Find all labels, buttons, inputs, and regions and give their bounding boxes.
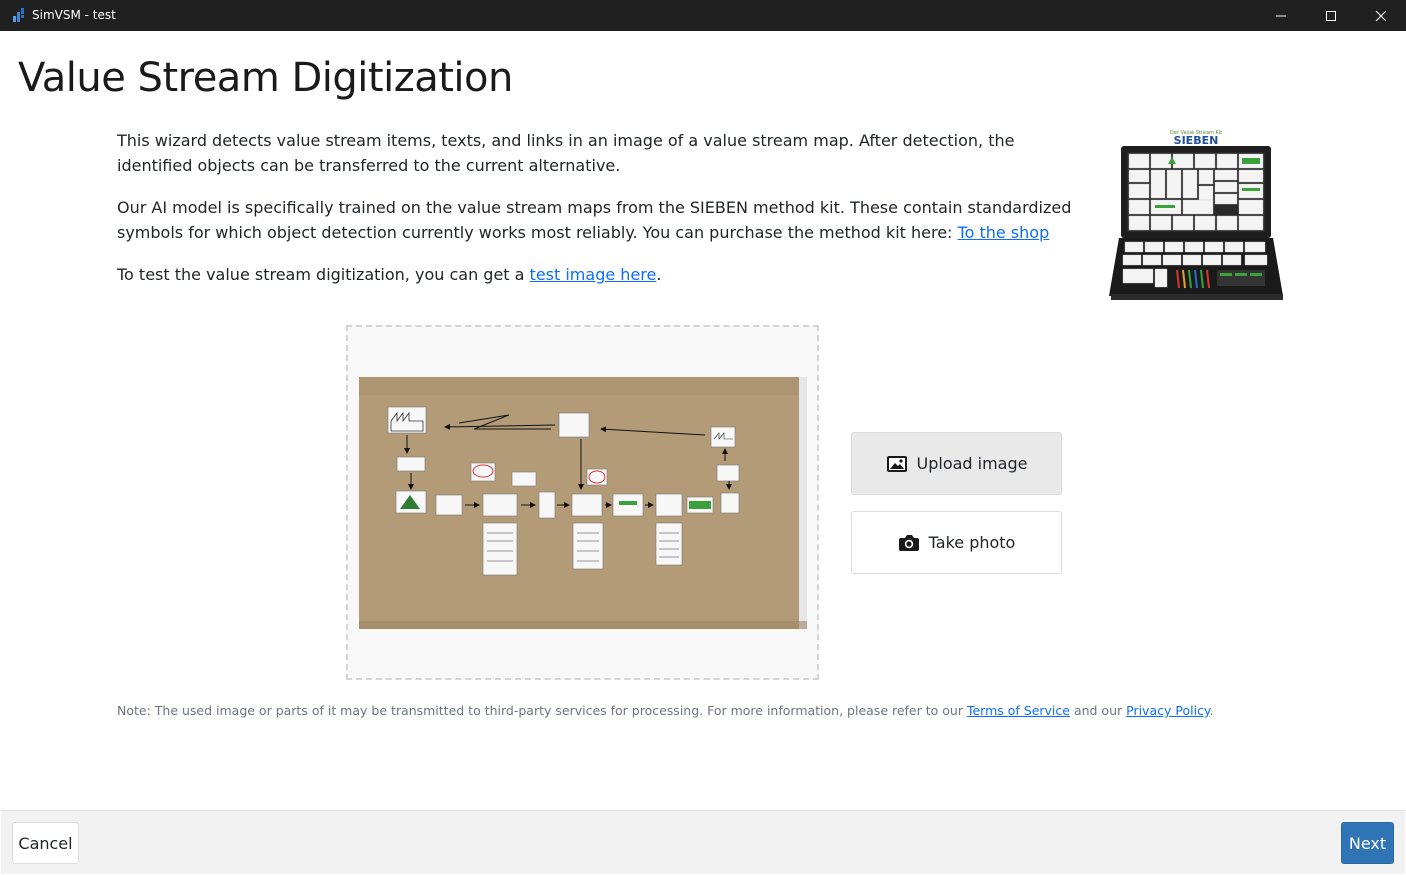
intro-paragraph-3: To test the value stream digitization, y… bbox=[117, 262, 1077, 287]
value-stream-map-preview bbox=[359, 377, 807, 629]
intro-paragraph-2: Our AI model is specifically trained on … bbox=[117, 195, 1077, 245]
wizard-content: Value Stream Digitization This wizard de… bbox=[1, 31, 1405, 810]
privacy-policy-link[interactable]: Privacy Policy bbox=[1126, 703, 1209, 718]
take-photo-button[interactable]: Take photo bbox=[851, 511, 1062, 574]
wizard-footer: Cancel Next bbox=[1, 810, 1405, 874]
window-title: SimVSM - test bbox=[32, 8, 116, 22]
upload-image-button[interactable]: Upload image bbox=[851, 432, 1062, 495]
kit-brand: SIEBEN bbox=[1174, 134, 1219, 147]
terms-of-service-link[interactable]: Terms of Service bbox=[967, 703, 1070, 718]
close-button[interactable] bbox=[1356, 0, 1406, 31]
page-title: Value Stream Digitization bbox=[18, 55, 513, 101]
test-image-link[interactable]: test image here bbox=[530, 265, 657, 284]
next-button[interactable]: Next bbox=[1341, 822, 1394, 864]
maximize-icon bbox=[1326, 11, 1336, 21]
note-text-2: and our bbox=[1069, 703, 1127, 718]
minimize-icon bbox=[1276, 15, 1286, 17]
take-photo-label: Take photo bbox=[928, 533, 1016, 552]
intro-paragraph-3-end: . bbox=[656, 265, 662, 284]
intro-paragraph-3-text: To test the value stream digitization, y… bbox=[117, 265, 530, 284]
upload-image-label: Upload image bbox=[916, 454, 1028, 473]
shop-link[interactable]: To the shop bbox=[958, 223, 1050, 242]
simvsm-logo-icon bbox=[13, 8, 24, 22]
title-bar: SimVSM - test bbox=[0, 0, 1406, 31]
note-text-3: . bbox=[1209, 703, 1214, 718]
image-icon bbox=[886, 455, 907, 472]
intro-text: This wizard detects value stream items, … bbox=[117, 128, 1077, 304]
maximize-button[interactable] bbox=[1306, 0, 1356, 31]
minimize-button[interactable] bbox=[1256, 0, 1306, 31]
cancel-button[interactable]: Cancel bbox=[12, 822, 79, 864]
privacy-note: Note: The used image or parts of it may … bbox=[117, 703, 1214, 718]
method-kit-image: Der Value Stream Kit SIEBEN bbox=[1109, 130, 1283, 300]
camera-icon bbox=[898, 534, 919, 551]
intro-paragraph-2-text: Our AI model is specifically trained on … bbox=[117, 198, 1072, 242]
app-window: SimVSM - test Value Stream Digitization … bbox=[0, 0, 1406, 875]
intro-paragraph-1: This wizard detects value stream items, … bbox=[117, 131, 1015, 175]
close-icon bbox=[1375, 10, 1387, 22]
image-dropzone[interactable] bbox=[346, 325, 819, 680]
note-text-1: Note: The used image or parts of it may … bbox=[117, 703, 967, 718]
